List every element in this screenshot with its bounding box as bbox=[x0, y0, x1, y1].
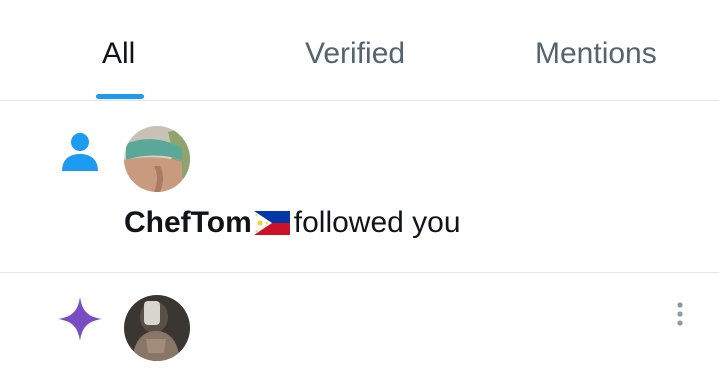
avatar[interactable] bbox=[124, 126, 190, 192]
more-vertical-icon[interactable] bbox=[668, 299, 692, 329]
tab-mentions[interactable]: Mentions bbox=[535, 36, 657, 72]
user-name[interactable]: ChefTom bbox=[124, 206, 252, 239]
action-text: followed you bbox=[293, 206, 461, 239]
sparkle-icon bbox=[56, 295, 104, 343]
active-tab-indicator bbox=[96, 94, 144, 99]
notification-item-recommendation[interactable] bbox=[0, 273, 719, 372]
notification-item-follow[interactable]: ChefTom followed you bbox=[0, 101, 719, 273]
notification-tabs: All Verified Mentions bbox=[0, 0, 719, 101]
philippines-flag bbox=[253, 208, 290, 244]
tab-all[interactable]: All bbox=[102, 36, 135, 72]
person-icon bbox=[56, 127, 104, 175]
avatar[interactable] bbox=[124, 295, 190, 361]
notification-text: ChefTom followed you bbox=[124, 205, 461, 244]
tab-verified[interactable]: Verified bbox=[305, 36, 405, 72]
